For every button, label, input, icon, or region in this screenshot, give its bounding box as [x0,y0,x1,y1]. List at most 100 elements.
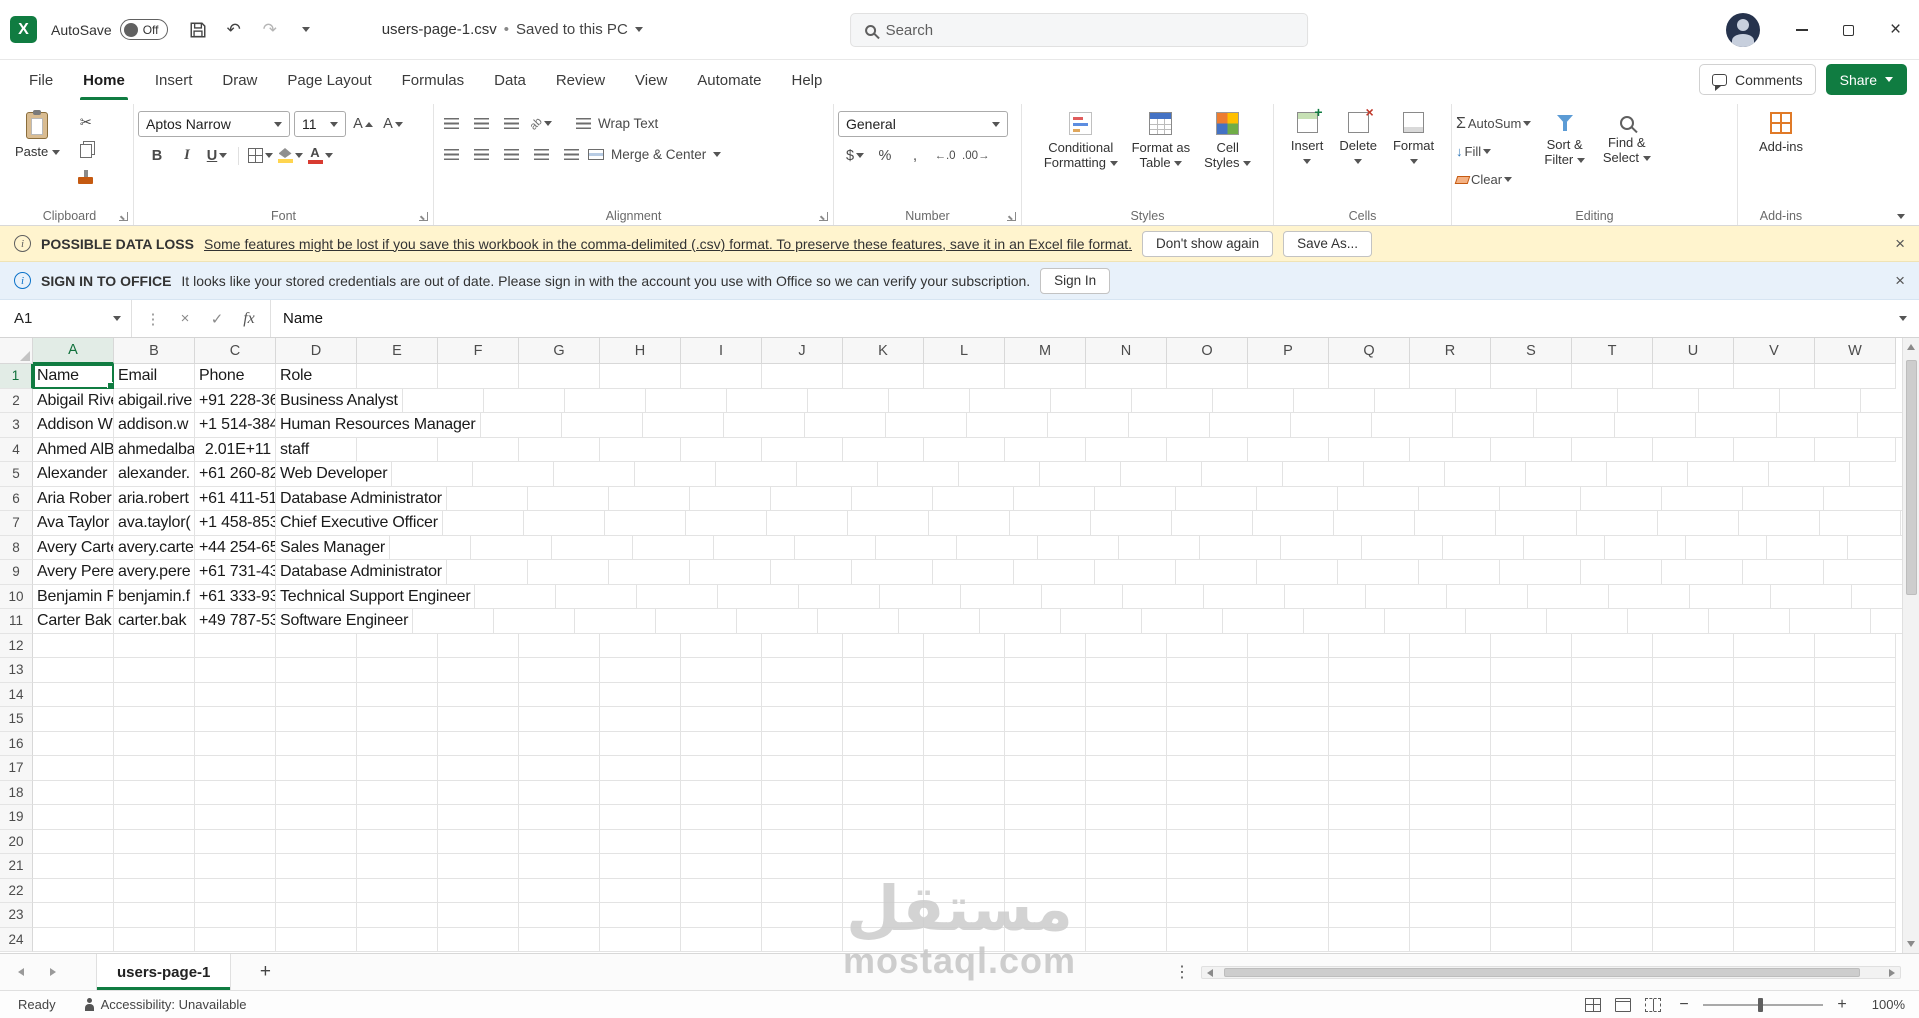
cell-H13[interactable] [600,658,681,683]
cell-G5[interactable] [554,462,636,487]
cell-L8[interactable] [957,535,1039,560]
cell-E6[interactable] [446,486,528,511]
cell-O10[interactable] [1285,584,1367,609]
horizontal-scrollbar[interactable] [1201,965,1901,979]
cell-V24[interactable] [1734,927,1815,952]
column-header-G[interactable]: G [519,338,600,364]
cell-I21[interactable] [681,854,762,879]
cell-B10[interactable]: benjamin.f [114,584,195,609]
cell-S14[interactable] [1491,682,1572,707]
cell-T17[interactable] [1572,756,1653,781]
cell-J4[interactable] [762,437,843,462]
cell-H5[interactable] [635,462,717,487]
cell-I1[interactable] [681,364,762,389]
cell-G11[interactable] [575,609,657,634]
fill-color-button[interactable] [277,143,303,168]
cell-Q21[interactable] [1329,854,1410,879]
align-top-button[interactable] [438,111,464,136]
cell-V20[interactable] [1734,829,1815,854]
cell-F23[interactable] [438,903,519,928]
cell-N15[interactable] [1086,707,1167,732]
cell-P13[interactable] [1248,658,1329,683]
cell-H2[interactable] [645,388,727,413]
sign-in-button[interactable]: Sign In [1040,267,1111,294]
cell-I18[interactable] [681,780,762,805]
cell-N2[interactable] [1131,388,1213,413]
cell-H23[interactable] [600,903,681,928]
cell-M18[interactable] [1005,780,1086,805]
cell-L18[interactable] [924,780,1005,805]
cell-L6[interactable] [1013,486,1095,511]
cell-D8[interactable]: Sales Manager [276,535,391,560]
find-select-button[interactable]: Find & Select [1598,106,1656,205]
page-layout-view-icon[interactable] [1615,997,1631,1012]
cell-V17[interactable] [1734,756,1815,781]
zoom-out-icon[interactable]: − [1675,996,1693,1014]
cell-J6[interactable] [851,486,933,511]
cell-U19[interactable] [1653,805,1734,830]
cell-I2[interactable] [726,388,808,413]
cell-M11[interactable] [1061,609,1143,634]
cell-Q20[interactable] [1329,829,1410,854]
cell-C7[interactable]: +1 458-853 [195,511,276,536]
alignment-dialog-launcher-icon[interactable] [819,212,828,221]
tab-insert[interactable]: Insert [140,60,208,100]
cell-M22[interactable] [1005,878,1086,903]
cell-P14[interactable] [1248,682,1329,707]
cell-U2[interactable] [1698,388,1780,413]
cell-K9[interactable] [932,560,1014,585]
cell-I14[interactable] [681,682,762,707]
cell-F9[interactable] [527,560,609,585]
cell-W22[interactable] [1815,878,1896,903]
shrink-font-button[interactable]: A [380,112,406,137]
share-button[interactable]: Share [1825,64,1907,95]
cell-A13[interactable] [33,658,114,683]
cell-A16[interactable] [33,731,114,756]
cell-O17[interactable] [1167,756,1248,781]
cell-J22[interactable] [762,878,843,903]
cell-U5[interactable] [1688,462,1770,487]
cell-V1[interactable] [1734,364,1815,389]
cell-O19[interactable] [1167,805,1248,830]
cell-E12[interactable] [357,633,438,658]
row-header-6[interactable]: 6 [0,486,33,511]
zoom-slider[interactable] [1703,997,1823,1012]
cell-B4[interactable]: ahmedalba [114,437,195,462]
cell-B5[interactable]: alexander. [114,462,195,487]
cell-I9[interactable] [770,560,852,585]
cell-A14[interactable] [33,682,114,707]
cell-K15[interactable] [843,707,924,732]
cell-P19[interactable] [1248,805,1329,830]
cell-R4[interactable] [1410,437,1491,462]
cell-H21[interactable] [600,854,681,879]
cell-T24[interactable] [1572,927,1653,952]
cell-F14[interactable] [438,682,519,707]
cell-U11[interactable] [1709,609,1791,634]
cell-O23[interactable] [1167,903,1248,928]
cell-W23[interactable] [1815,903,1896,928]
column-header-J[interactable]: J [762,338,843,364]
cell-V21[interactable] [1734,854,1815,879]
cell-Q22[interactable] [1329,878,1410,903]
cell-T23[interactable] [1572,903,1653,928]
cell-V16[interactable] [1734,731,1815,756]
cell-P6[interactable] [1337,486,1419,511]
cell-W16[interactable] [1815,731,1896,756]
row-header-15[interactable]: 15 [0,707,33,732]
align-bottom-button[interactable] [498,111,524,136]
column-header-R[interactable]: R [1410,338,1491,364]
tab-formulas[interactable]: Formulas [387,60,480,100]
cell-L13[interactable] [924,658,1005,683]
cell-B18[interactable] [114,780,195,805]
cell-N6[interactable] [1175,486,1257,511]
cell-M3[interactable] [1128,413,1210,438]
cell-D13[interactable] [276,658,357,683]
cell-O13[interactable] [1167,658,1248,683]
tab-file[interactable]: File [14,60,68,100]
underline-button[interactable]: U [204,143,230,168]
cell-R7[interactable] [1495,511,1577,536]
cell-V18[interactable] [1734,780,1815,805]
minimize-button[interactable] [1778,0,1825,60]
cell-I7[interactable] [766,511,848,536]
cell-R5[interactable] [1445,462,1527,487]
